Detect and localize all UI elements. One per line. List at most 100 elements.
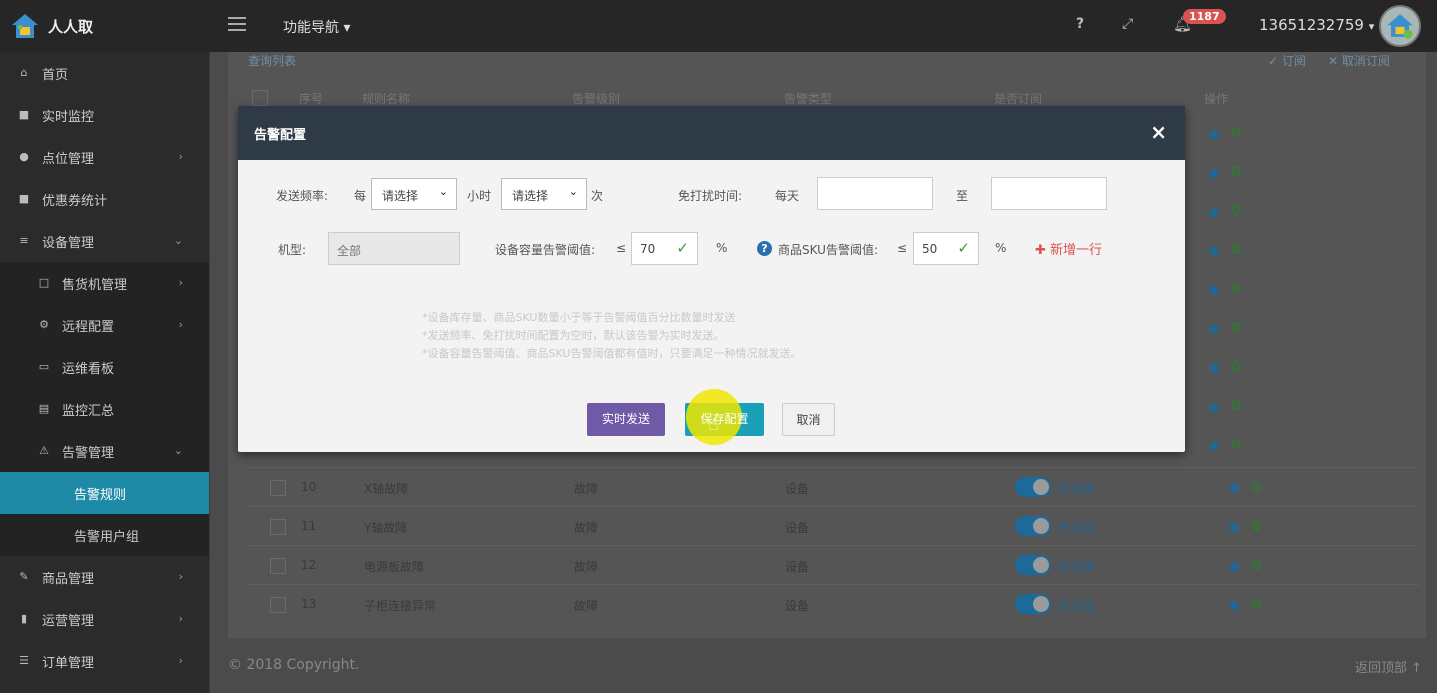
gear-icon[interactable]: ⚙ [1230, 203, 1243, 219]
sidebar-item-monitor-summary[interactable]: ▤ 监控汇总 [0, 388, 209, 430]
sidebar-item-device-mgmt[interactable]: ≡ 设备管理 ⌄ [0, 220, 209, 262]
caret-down-icon: ▾ [1368, 20, 1375, 33]
back-to-top-link[interactable]: 返回顶部 ↑ [1355, 657, 1422, 676]
cancel-button[interactable]: 取消 [782, 403, 835, 436]
eye-icon[interactable]: ◉ [1228, 597, 1240, 613]
eye-icon[interactable]: ◉ [1208, 399, 1220, 415]
sidebar-item-ops-board[interactable]: ▭ 运维看板 [0, 346, 209, 388]
gear-icon[interactable]: ⚙ [1230, 242, 1243, 258]
col-type: 告警类型 [784, 92, 833, 106]
sort-icon: ≡ [19, 234, 29, 247]
capacity-threshold-input[interactable]: 70 ✓ [631, 232, 698, 265]
user-menu[interactable]: 13651232759 ▾ [1259, 16, 1374, 34]
row-status: 已订阅 [1058, 560, 1095, 574]
note-line: *发送频率、免打扰时间配置为空时，默认该告警为实时发送。 [422, 329, 725, 342]
unsubscribe-button[interactable]: ✕ 取消订阅 [1328, 52, 1390, 69]
eye-icon[interactable]: ◉ [1228, 480, 1240, 496]
logo[interactable]: 人人取 [10, 12, 93, 40]
gear-icon[interactable]: ⚙ [1250, 597, 1263, 613]
sidebar-item-alarm-user-group[interactable]: 告警用户组 [0, 514, 209, 556]
dnd-end-input[interactable] [991, 177, 1107, 210]
sidebar-item-operation-mgmt[interactable]: ▮ 运营管理 › [0, 598, 209, 640]
eye-icon[interactable]: ◉ [1208, 360, 1220, 376]
hour-label: 小时 [467, 189, 492, 203]
home-icon: ⌂ [20, 66, 28, 79]
eye-icon[interactable]: ◉ [1208, 204, 1220, 220]
eye-icon[interactable]: ◉ [1228, 558, 1240, 574]
sidebar-item-vending-machine[interactable]: □ 售货机管理 › [0, 262, 209, 304]
sidebar-item-location[interactable]: ● 点位管理 › [0, 136, 209, 178]
question-icon[interactable]: ? [757, 241, 772, 256]
note-line: *设备容量告警阈值、商品SKU告警阈值都有值时，只要满足一种情况就发送。 [422, 347, 802, 360]
table-row: 13 子柜连接异常 故障 设备 已订阅 ◉ ⚙ [248, 584, 1420, 623]
table-row: 12 电源板故障 故障 设备 已订阅 ◉ ⚙ [248, 545, 1420, 584]
subscribe-toggle[interactable] [1015, 555, 1051, 575]
subscribe-button[interactable]: ✓ 订阅 [1268, 52, 1306, 69]
col-level[interactable]: 告警级别 [572, 90, 620, 107]
gear-icon[interactable]: ⚙ [1250, 480, 1263, 496]
gear-icon[interactable]: ⚙ [1250, 519, 1263, 535]
avatar[interactable] [1379, 5, 1421, 47]
percent-symbol: % [716, 241, 728, 255]
gear-icon[interactable]: ⚙ [1230, 320, 1243, 336]
eye-icon[interactable]: ◉ [1208, 321, 1220, 337]
nav-menu-dropdown[interactable]: 功能导航 ▾ [283, 17, 350, 37]
row-checkbox[interactable] [270, 480, 286, 496]
sidebar-item-product-mgmt[interactable]: ✎ 商品管理 › [0, 556, 209, 598]
col-ops: 操作 [1204, 92, 1229, 106]
add-row-button[interactable]: ✚ 新增一行 [1035, 239, 1102, 258]
freq-hours-select[interactable]: 请选择 ⌄ [371, 178, 457, 210]
chevron-down-icon: ⌄ [568, 185, 578, 198]
close-icon[interactable]: × [1150, 120, 1167, 144]
model-input[interactable]: 全部 [328, 232, 460, 265]
eye-icon[interactable]: ◉ [1208, 165, 1220, 181]
gear-icon[interactable]: ⚙ [1250, 558, 1263, 574]
select-all-checkbox[interactable] [252, 90, 268, 106]
eye-icon[interactable]: ◉ [1208, 438, 1220, 454]
help-icon[interactable]: ? [1076, 16, 1084, 32]
eye-icon[interactable]: ◉ [1208, 126, 1220, 142]
col-name[interactable]: 规则名称 [362, 90, 410, 107]
sidebar-item-realtime-monitor[interactable]: ■ 实时监控 [0, 94, 209, 136]
row-seq: 13 [301, 597, 317, 611]
sidebar-item-alarm-mgmt[interactable]: ⚠ 告警管理 ⌄ [0, 430, 209, 472]
gear-icon[interactable]: ⚙ [1230, 398, 1243, 414]
eye-icon[interactable]: ◉ [1208, 282, 1220, 298]
sku-threshold-input[interactable]: 50 ✓ [913, 232, 979, 265]
row-type: 设备 [785, 560, 810, 574]
sidebar-item-alarm-rules[interactable]: 告警规则 [0, 472, 209, 514]
row-checkbox[interactable] [270, 597, 286, 613]
sidebar-item-coupon-stats[interactable]: ■ 优惠券统计 [0, 178, 209, 220]
gear-icon[interactable]: ⚙ [1230, 359, 1243, 375]
eye-icon[interactable]: ◉ [1208, 243, 1220, 259]
every-day-label: 每天 [775, 189, 800, 203]
gear-icon[interactable]: ⚙ [1230, 281, 1243, 297]
sidebar-item-home[interactable]: ⌂ 首页 [0, 52, 209, 94]
sidebar-item-order-mgmt[interactable]: ☰ 订单管理 › [0, 640, 209, 682]
arrow-up-icon: ↑ [1411, 661, 1423, 676]
subscribe-toggle[interactable] [1015, 594, 1051, 614]
dnd-start-input[interactable] [817, 177, 933, 210]
freq-times-select[interactable]: 请选择 ⌄ [501, 178, 587, 210]
table-row: 11 Y轴故障 故障 设备 已订阅 ◉ ⚙ [248, 506, 1420, 545]
menu-toggle-icon[interactable] [228, 17, 246, 31]
background-row-actions: ◉ ⚙ ◉ ⚙ ◉ ⚙ ◉ ⚙ ◉ ⚙ ◉ ⚙ ◉ ⚙ ◉ ⚙ ◉ ⚙ [1208, 125, 1248, 466]
row-seq: 10 [301, 480, 317, 494]
row-checkbox[interactable] [270, 519, 286, 535]
col-subscribed: 是否订阅 [994, 92, 1043, 106]
le-symbol: ≤ [616, 241, 627, 255]
row-name: 子柜连接异常 [364, 599, 437, 613]
gear-icon[interactable]: ⚙ [1230, 437, 1243, 453]
subscribe-toggle[interactable] [1015, 516, 1051, 536]
fullscreen-icon[interactable]: ⤢ [1122, 16, 1133, 32]
sidebar-item-remote-config[interactable]: ⚙ 远程配置 › [0, 304, 209, 346]
realtime-send-button[interactable]: 实时发送 [587, 403, 665, 436]
gear-icon[interactable]: ⚙ [1230, 125, 1243, 141]
sidebar-item-label: 告警规则 [74, 487, 127, 503]
row-checkbox[interactable] [270, 558, 286, 574]
subscribe-toggle[interactable] [1015, 477, 1051, 497]
capacity-threshold-label: 设备容量告警阈值: [495, 243, 596, 257]
gear-icon[interactable]: ⚙ [1230, 164, 1243, 180]
eye-icon[interactable]: ◉ [1228, 519, 1240, 535]
columns-icon: □ [38, 276, 50, 289]
